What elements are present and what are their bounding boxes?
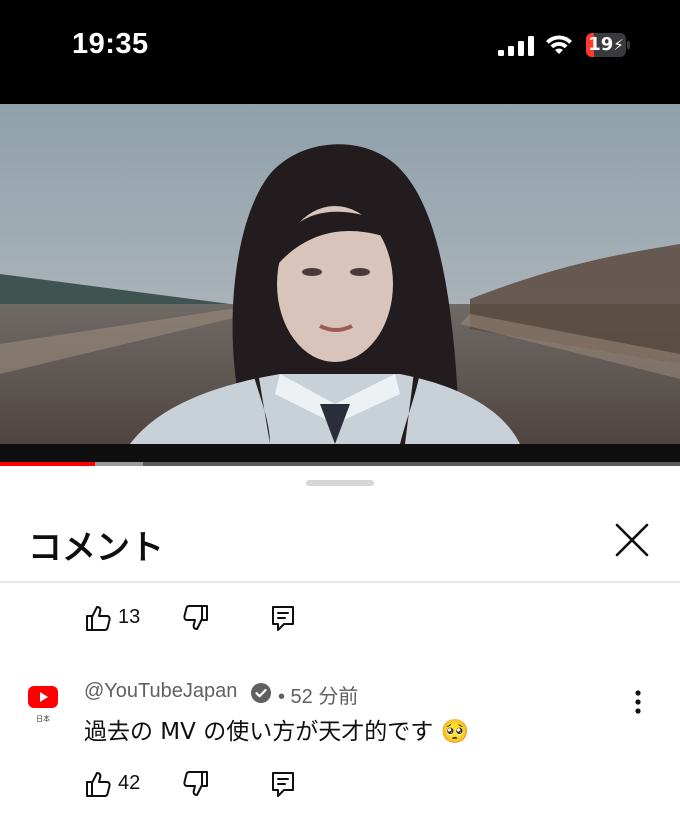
comment-body: 過去の MV の使い方が天才的です xyxy=(84,719,434,745)
status-bar: 19:35 19⚡ xyxy=(0,0,680,104)
comment-author[interactable]: @YouTubeJapan xyxy=(84,680,237,703)
battery-level: 19 xyxy=(588,34,614,55)
verified-icon xyxy=(251,683,271,703)
pleading-face-emoji: 🥺 xyxy=(440,719,470,745)
comment-actions: 42 xyxy=(84,769,314,799)
video-player[interactable] xyxy=(0,104,680,444)
cellular-signal-icon xyxy=(498,36,534,56)
charging-bolt-icon: ⚡ xyxy=(613,36,624,54)
wifi-icon xyxy=(546,35,572,54)
sheet-drag-handle[interactable] xyxy=(306,480,374,486)
youtube-logo-icon xyxy=(28,686,58,708)
channel-logo-caption: 日本 xyxy=(36,715,50,723)
previous-comment-actions: 13 xyxy=(84,603,314,633)
reply-icon[interactable] xyxy=(270,603,296,633)
comments-title: コメント xyxy=(28,528,164,568)
comments-sheet xyxy=(0,466,680,814)
battery-indicator: 19⚡ xyxy=(586,33,630,57)
header-divider xyxy=(0,581,680,583)
like-icon[interactable] xyxy=(84,603,112,633)
battery-level-text: 19⚡ xyxy=(586,33,626,57)
reply-icon[interactable] xyxy=(270,769,296,799)
more-options-icon[interactable] xyxy=(628,688,648,718)
battery-body: 19⚡ xyxy=(586,33,626,57)
video-frame-illustration xyxy=(0,104,680,444)
comment-timestamp: • 52 分前 xyxy=(278,686,359,708)
status-time: 19:35 xyxy=(72,28,149,60)
like-icon[interactable] xyxy=(84,769,112,799)
dislike-icon[interactable] xyxy=(182,603,210,633)
comment-text: 過去の MV の使い方が天才的です 🥺 xyxy=(84,712,469,746)
battery-nub xyxy=(627,41,630,49)
like-count: 42 xyxy=(118,772,141,794)
video-bottom-bar xyxy=(0,444,680,462)
dislike-icon[interactable] xyxy=(182,769,210,799)
channel-avatar[interactable]: 日本 xyxy=(28,686,58,723)
like-count: 13 xyxy=(118,606,141,628)
close-icon[interactable] xyxy=(610,518,654,562)
